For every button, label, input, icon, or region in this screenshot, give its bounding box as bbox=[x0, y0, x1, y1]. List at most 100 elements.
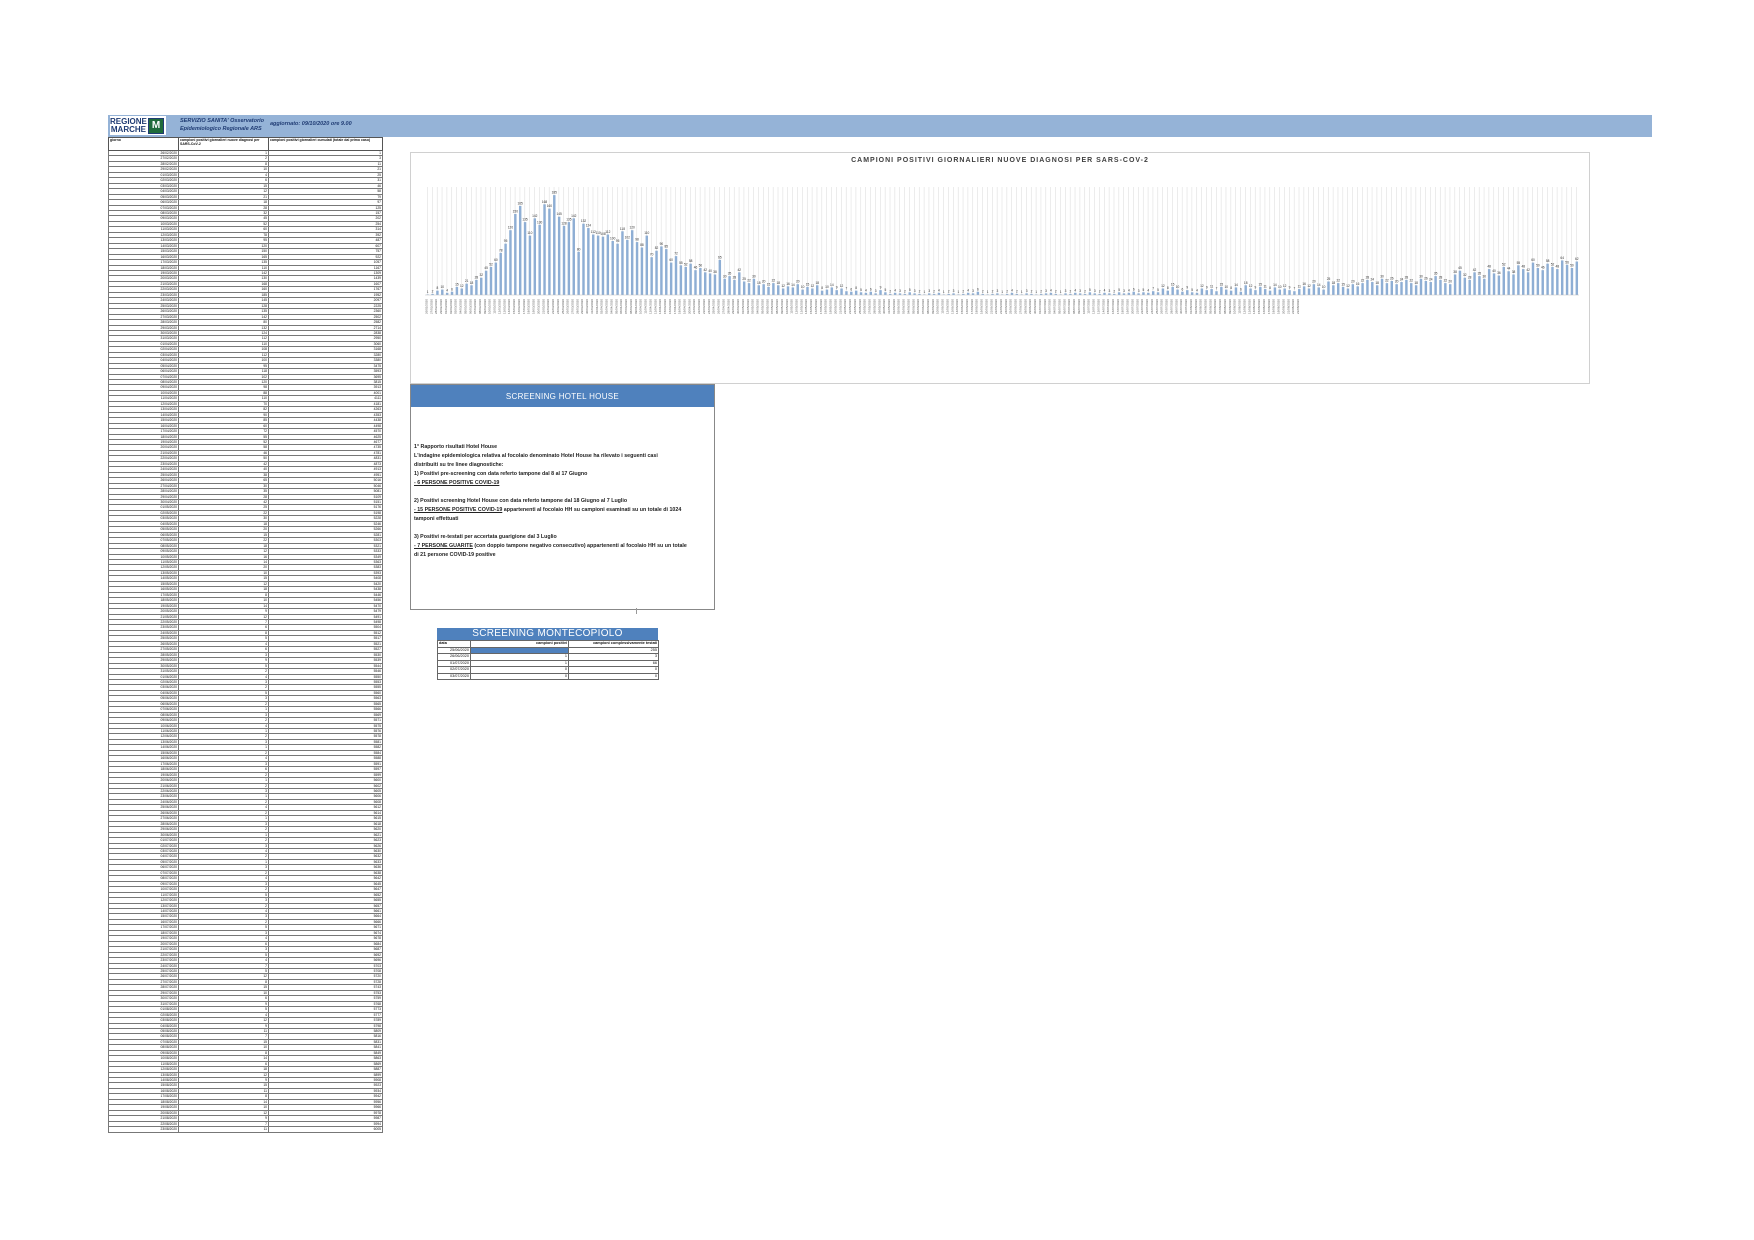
hotel-house-title: SCREENING HOTEL HOUSE bbox=[411, 385, 714, 407]
data-label: 18 bbox=[470, 281, 474, 285]
chart-bar bbox=[1546, 263, 1549, 295]
x-tick-label: 15/08/2020 bbox=[1257, 299, 1261, 314]
x-tick-label: 06/05/2020 bbox=[765, 299, 769, 314]
daily-cell: 11 bbox=[178, 1126, 269, 1133]
x-tick-label: 09/08/2020 bbox=[1228, 299, 1232, 314]
chart-bar bbox=[1151, 291, 1155, 295]
x-tick-label: 05/04/2020 bbox=[614, 299, 618, 314]
x-tick-label: 29/06/2020 bbox=[1028, 299, 1032, 314]
chart-bar bbox=[518, 205, 522, 295]
chart-bar bbox=[796, 284, 799, 295]
chart-bar bbox=[601, 236, 605, 295]
x-tick-label: 10/05/2020 bbox=[785, 299, 789, 314]
data-label: 8 bbox=[1167, 286, 1169, 290]
x-tick-label: 28/07/2020 bbox=[1169, 299, 1173, 314]
data-label: 6 bbox=[1182, 287, 1184, 291]
data-label: 2 bbox=[904, 289, 906, 293]
data-label: 15 bbox=[1259, 282, 1263, 286]
data-label: 142 bbox=[532, 214, 538, 218]
data-label: 6 bbox=[1240, 287, 1242, 291]
chart-bar bbox=[854, 290, 858, 295]
data-label: 64 bbox=[1560, 256, 1564, 260]
chart-bar bbox=[806, 286, 809, 295]
chart-bar bbox=[1375, 285, 1379, 295]
data-label: 4 bbox=[938, 288, 940, 292]
data-label: 3 bbox=[1079, 289, 1081, 293]
chart-bar bbox=[665, 249, 668, 295]
x-tick-label: 08/05/2020 bbox=[775, 299, 779, 314]
data-label: 4 bbox=[967, 288, 969, 292]
x-tick-label: 02/05/2020 bbox=[746, 299, 750, 314]
x-tick-label: 01/07/2020 bbox=[1038, 299, 1042, 314]
data-label: 14 bbox=[791, 283, 795, 287]
data-label: 4 bbox=[1050, 288, 1052, 292]
chart-bar bbox=[1429, 282, 1432, 295]
data-label: 21 bbox=[465, 279, 469, 283]
data-label: 185 bbox=[552, 191, 558, 195]
data-label: 2 bbox=[432, 289, 434, 293]
x-tick-label: 21/05/2020 bbox=[838, 299, 842, 314]
chart-bar bbox=[1283, 288, 1286, 295]
x-tick-label: 06/06/2020 bbox=[916, 299, 920, 314]
chart-bar bbox=[1186, 290, 1189, 295]
x-tick-label: 23/06/2020 bbox=[999, 299, 1003, 314]
data-label: 25 bbox=[1327, 277, 1331, 281]
chart-bar bbox=[811, 288, 814, 295]
x-tick-label: 31/07/2020 bbox=[1184, 299, 1188, 314]
chart-bar bbox=[1463, 277, 1467, 295]
x-tick-label: 28/04/2020 bbox=[726, 299, 730, 314]
chart-bar bbox=[864, 292, 868, 295]
data-label: 28 bbox=[1439, 275, 1443, 279]
data-label: 16 bbox=[1302, 282, 1306, 286]
data-label: 7 bbox=[1152, 287, 1154, 291]
data-label: 25 bbox=[742, 277, 746, 281]
chart-bar bbox=[1468, 279, 1471, 295]
data-label: 4 bbox=[1147, 288, 1149, 292]
data-label: 10 bbox=[825, 285, 829, 289]
x-tick-label: 16/08/2020 bbox=[1262, 299, 1266, 314]
data-label: 18 bbox=[757, 281, 761, 285]
x-tick-label: 25/06/2020 bbox=[1009, 299, 1013, 314]
data-label: 30 bbox=[752, 274, 756, 278]
x-tick-label: 27/02/2020 bbox=[429, 299, 433, 314]
chart-bar bbox=[1103, 292, 1106, 295]
chart-bar bbox=[655, 250, 658, 295]
chart-bar bbox=[1575, 261, 1579, 295]
data-label: 3 bbox=[953, 289, 955, 293]
x-tick-label: 30/05/2020 bbox=[882, 299, 886, 314]
chart-bar bbox=[635, 242, 639, 295]
data-label: 12 bbox=[1346, 284, 1350, 288]
chart-bar bbox=[1570, 268, 1574, 295]
data-label: 130 bbox=[537, 220, 543, 224]
x-tick-label: 15/06/2020 bbox=[960, 299, 964, 314]
chart-bar bbox=[738, 272, 741, 295]
chart-bar bbox=[1556, 269, 1559, 295]
data-label: 3 bbox=[899, 289, 901, 293]
mont-positive-cell: 0 bbox=[470, 672, 569, 680]
x-tick-label: 11/07/2020 bbox=[1087, 299, 1091, 314]
data-label: 38 bbox=[1453, 270, 1457, 274]
chart-bar bbox=[752, 278, 756, 295]
chart-bar bbox=[465, 283, 468, 295]
chart-bar bbox=[1424, 280, 1428, 295]
chart-bar bbox=[645, 235, 649, 295]
data-label: 18 bbox=[1332, 281, 1336, 285]
chart-bar bbox=[1444, 283, 1447, 295]
chart-bar bbox=[1147, 292, 1150, 295]
data-label: 2 bbox=[889, 289, 891, 293]
report-highlight: - 7 PERSONE GUARITE bbox=[414, 543, 473, 549]
x-tick-label: 14/06/2020 bbox=[955, 299, 959, 314]
x-tick-label: 06/07/2020 bbox=[1062, 299, 1066, 314]
x-tick-label: 10/04/2020 bbox=[639, 299, 643, 314]
data-label: 10 bbox=[1176, 285, 1180, 289]
data-label: 150 bbox=[513, 210, 519, 214]
data-label: 7 bbox=[1294, 287, 1296, 291]
chart-bar bbox=[1361, 283, 1364, 295]
data-label: 4 bbox=[894, 288, 896, 292]
montecopiolo-panel: SCREENING MONTECOPIOLO data campioni pos… bbox=[437, 628, 659, 680]
x-tick-label: 01/06/2020 bbox=[892, 299, 896, 314]
data-label: 2 bbox=[992, 289, 994, 293]
data-label: 95 bbox=[616, 239, 620, 243]
x-tick-label: 08/03/2020 bbox=[478, 299, 482, 314]
x-tick-label: 14/07/2020 bbox=[1101, 299, 1105, 314]
